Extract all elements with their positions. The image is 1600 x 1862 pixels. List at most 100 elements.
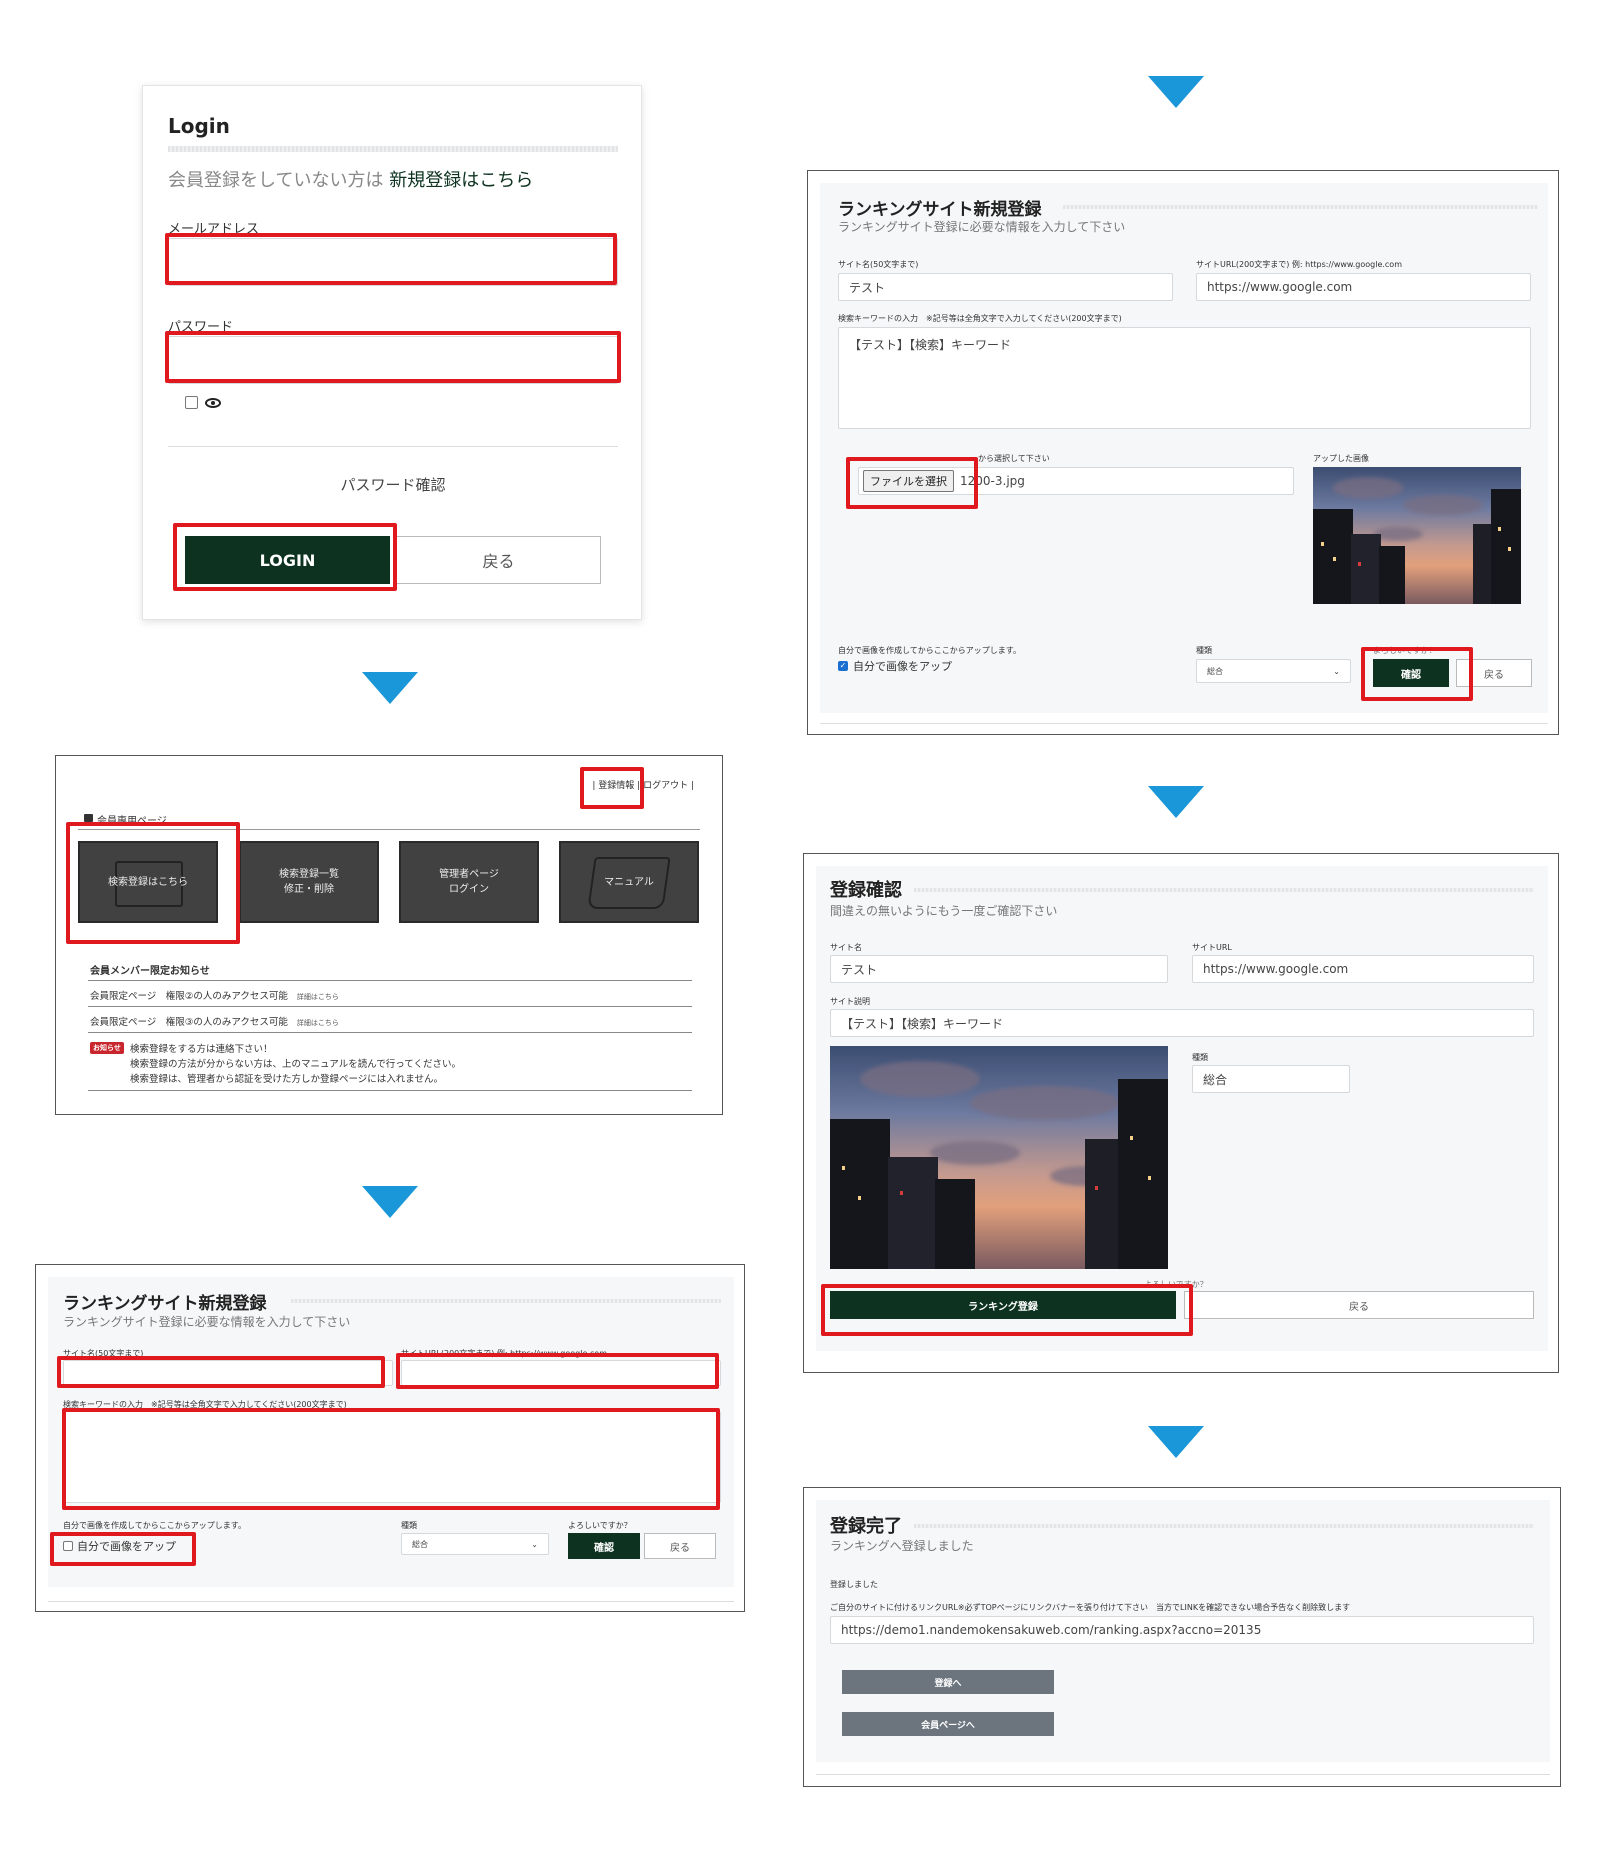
confirm-button[interactable]: 確認: [1373, 659, 1449, 687]
tile-label: 管理者ページ: [439, 869, 499, 880]
keyword-label: 検索キーワードの入力 ※記号等は全角文字で入力してください(200文字まで): [838, 314, 1122, 323]
tile-label: 修正・削除: [284, 884, 334, 895]
show-password-checkbox[interactable]: [185, 396, 198, 409]
news-detail-link[interactable]: 詳細はこちら: [297, 993, 339, 1001]
site-url-input[interactable]: [401, 1360, 721, 1386]
complete-title: 登録完了: [830, 1516, 902, 1537]
confirm-question: よろしいですか？: [1144, 1280, 1208, 1289]
register-note-text: 会員登録をしていない方は: [168, 170, 384, 191]
chevron-down-icon: ⌄: [531, 1539, 538, 1549]
keyword-textarea[interactable]: [63, 1411, 721, 1503]
site-url-value: https://www.google.com: [1192, 955, 1534, 983]
keyword-label: 検索キーワードの入力 ※記号等は全角文字で入力してください(200文字まで): [63, 1400, 347, 1409]
register-link[interactable]: 新規登録はこちら: [389, 170, 533, 191]
upload-checkbox[interactable]: [63, 1541, 73, 1551]
registration-confirm-screenshot: 登録確認 間違えの無いようにもう一度ご確認下さい サイト名 テスト サイトURL…: [803, 853, 1559, 1373]
notice-line: 検索登録の方法が分からない方は、上のマニュアルを読んで行ってください。: [130, 1059, 461, 1070]
kind-label: 種類: [401, 1521, 417, 1530]
complete-subtitle: ランキングへ登録しました: [830, 1539, 974, 1553]
tile-manual[interactable]: マニュアル: [559, 841, 699, 923]
to-register-button[interactable]: 登録へ: [842, 1670, 1054, 1694]
member-section-label: 会員専用ページ: [97, 816, 167, 827]
upload-checkbox-checked[interactable]: ✓: [838, 661, 848, 671]
form-title: ランキングサイト新規登録: [63, 1294, 267, 1314]
upload-note: 自分で画像を作成してからここからアップします。: [63, 1521, 246, 1530]
site-name-value: テスト: [830, 955, 1168, 983]
keyword-textarea[interactable]: 【テスト】【検索】キーワード: [838, 327, 1531, 429]
site-name-label: サイト名: [830, 943, 862, 952]
tile-label: マニュアル: [604, 876, 654, 888]
login-screenshot: Login 会員登録をしていない方は 新規登録はこちら メールアドレス パスワー…: [142, 85, 642, 620]
site-url-label: サイトURL(200文字まで) 例: https://www.google.co…: [1196, 260, 1402, 269]
section-divider: [78, 829, 700, 830]
back-button[interactable]: 戻る: [396, 536, 601, 584]
tile-search-list[interactable]: 検索登録一覧 修正・削除: [239, 841, 379, 923]
tile-label: ログイン: [449, 884, 489, 895]
tile-admin-login[interactable]: 管理者ページ ログイン: [399, 841, 539, 923]
file-input[interactable]: ファイルを選択 1200-3.jpg: [858, 467, 1294, 495]
kind-label: 種類: [1196, 646, 1212, 655]
upload-checkbox-label: 自分で画像をアップ: [853, 660, 952, 673]
back-button[interactable]: 戻る: [644, 1533, 716, 1559]
registration-complete-screenshot: 登録完了 ランキングへ登録しました 登録しました ご自分のサイトに付けるリンクU…: [803, 1487, 1561, 1787]
logout-link[interactable]: ログアウト: [643, 781, 688, 791]
site-desc-value: 【テスト】【検索】キーワード: [830, 1009, 1534, 1037]
title-divider: [168, 146, 618, 152]
site-name-label: サイト名(50文字まで): [838, 260, 919, 269]
register-note: 会員登録をしていない方は 新規登録はこちら: [168, 166, 533, 192]
email-input[interactable]: [168, 238, 618, 286]
confirm-button[interactable]: 確認: [568, 1533, 640, 1559]
form-bottom-divider: [820, 723, 1548, 724]
kind-label: 種類: [1192, 1053, 1208, 1062]
back-button[interactable]: 戻る: [1184, 1291, 1534, 1319]
news-divider: [88, 1032, 692, 1033]
confirm-question: よろしいですか？: [1373, 646, 1437, 655]
form-bottom-divider: [816, 1774, 1550, 1775]
kind-select[interactable]: 総合 ⌄: [401, 1533, 549, 1555]
choose-file-button[interactable]: ファイルを選択: [863, 470, 954, 492]
title-divider: [914, 888, 1534, 892]
flow-arrow-down-icon: [1148, 1426, 1204, 1458]
site-name-input[interactable]: [63, 1360, 393, 1386]
link-url-field[interactable]: https://demo1.nandemokensakuweb.com/rank…: [830, 1616, 1534, 1644]
done-text: 登録しました: [830, 1580, 878, 1589]
login-button[interactable]: LOGIN: [185, 536, 390, 584]
flow-arrow-down-icon: [362, 672, 418, 704]
password-input[interactable]: [168, 336, 618, 384]
notice-line: 検索登録は、管理者から認証を受けた方しか登録ページには入れません。: [130, 1074, 444, 1085]
uploaded-city-photo: [1313, 467, 1521, 604]
password-confirm-link[interactable]: パスワード確認: [143, 474, 643, 495]
form-divider: [168, 446, 618, 447]
back-button[interactable]: 戻る: [1456, 659, 1532, 687]
eye-icon[interactable]: [205, 398, 221, 408]
kind-select[interactable]: 総合 ⌄: [1196, 659, 1351, 683]
site-url-input[interactable]: https://www.google.com: [1196, 273, 1531, 301]
to-member-page-button[interactable]: 会員ページへ: [842, 1712, 1054, 1736]
login-title: Login: [168, 114, 230, 138]
form-subtitle: ランキングサイト登録に必要な情報を入力して下さい: [838, 220, 1126, 234]
confirm-subtitle: 間違えの無いようにもう一度ご確認下さい: [830, 904, 1058, 918]
site-desc-label: サイト説明: [830, 997, 870, 1006]
form-subtitle: ランキングサイト登録に必要な情報を入力して下さい: [63, 1315, 351, 1329]
ranking-register-button[interactable]: ランキング登録: [830, 1291, 1176, 1319]
news-text: 会員限定ページ 権限②の人のみアクセス可能: [90, 991, 288, 1002]
account-info-link[interactable]: 登録情報: [598, 781, 634, 791]
password-label: パスワード: [168, 320, 234, 335]
file-name: 1200-3.jpg: [960, 474, 1025, 488]
kind-select-value: 総合: [1207, 666, 1223, 676]
notice-badge: お知らせ: [90, 1042, 124, 1054]
tile-search-register[interactable]: 検索登録はこちら: [78, 841, 218, 923]
news-detail-link[interactable]: 詳細はこちら: [297, 1019, 339, 1027]
upload-note: 自分で画像を作成してからここからアップします。: [838, 646, 1021, 655]
confirm-question: よろしいですか？: [568, 1521, 632, 1530]
form-panel: [820, 183, 1548, 713]
news-heading: 会員メンバー限定お知らせ: [90, 966, 210, 977]
file-label: から選択して下さい: [978, 454, 1050, 463]
site-name-input[interactable]: テスト: [838, 273, 1173, 301]
flow-arrow-down-icon: [362, 1186, 418, 1218]
site-url-label: サイトURL(200文字まで) 例: https://www.google.co…: [401, 1349, 607, 1358]
uploaded-image-label: アップした画像: [1313, 454, 1369, 463]
link-url-note: ご自分のサイトに付けるリンクURL※必ずTOPページにリンクバナーを張り付けて下…: [830, 1603, 1351, 1612]
site-url-label: サイトURL: [1192, 943, 1232, 952]
form-bottom-divider: [48, 1601, 734, 1602]
